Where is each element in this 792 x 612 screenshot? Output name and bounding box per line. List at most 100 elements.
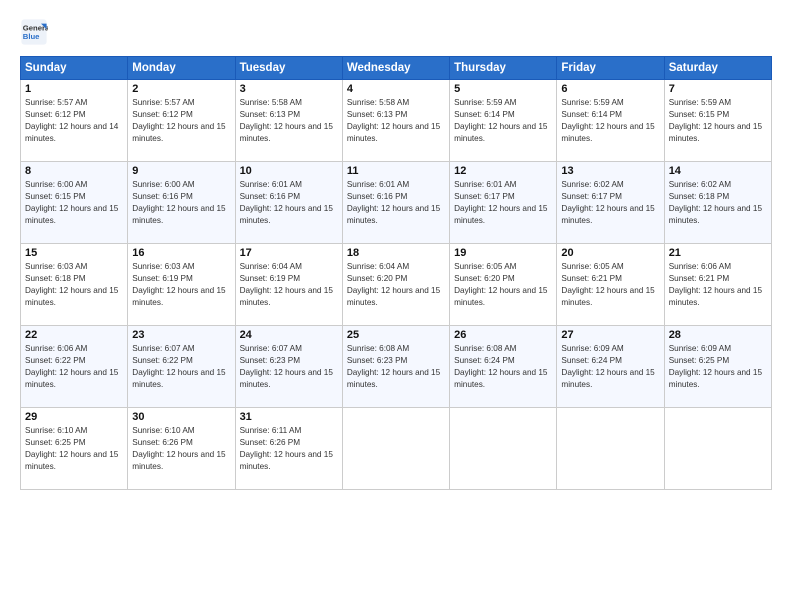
calendar-cell: 3 Sunrise: 5:58 AMSunset: 6:13 PMDayligh…: [235, 80, 342, 162]
day-number: 13: [561, 165, 659, 177]
week-row-5: 29 Sunrise: 6:10 AMSunset: 6:25 PMDaylig…: [21, 408, 772, 490]
calendar-cell: 5 Sunrise: 5:59 AMSunset: 6:14 PMDayligh…: [450, 80, 557, 162]
day-number: 24: [240, 329, 338, 341]
day-number: 26: [454, 329, 552, 341]
calendar-cell: 23 Sunrise: 6:07 AMSunset: 6:22 PMDaylig…: [128, 326, 235, 408]
weekday-thursday: Thursday: [450, 57, 557, 80]
cell-info: Sunrise: 6:01 AMSunset: 6:17 PMDaylight:…: [454, 180, 547, 225]
cell-info: Sunrise: 6:06 AMSunset: 6:22 PMDaylight:…: [25, 344, 118, 389]
calendar-cell: 22 Sunrise: 6:06 AMSunset: 6:22 PMDaylig…: [21, 326, 128, 408]
day-number: 21: [669, 247, 767, 259]
day-number: 6: [561, 83, 659, 95]
calendar-cell: [342, 408, 449, 490]
day-number: 15: [25, 247, 123, 259]
cell-info: Sunrise: 5:57 AMSunset: 6:12 PMDaylight:…: [132, 98, 225, 143]
cell-info: Sunrise: 6:08 AMSunset: 6:24 PMDaylight:…: [454, 344, 547, 389]
week-row-4: 22 Sunrise: 6:06 AMSunset: 6:22 PMDaylig…: [21, 326, 772, 408]
calendar-cell: 12 Sunrise: 6:01 AMSunset: 6:17 PMDaylig…: [450, 162, 557, 244]
calendar-cell: 15 Sunrise: 6:03 AMSunset: 6:18 PMDaylig…: [21, 244, 128, 326]
cell-info: Sunrise: 6:10 AMSunset: 6:26 PMDaylight:…: [132, 426, 225, 471]
calendar-cell: 7 Sunrise: 5:59 AMSunset: 6:15 PMDayligh…: [664, 80, 771, 162]
cell-info: Sunrise: 6:09 AMSunset: 6:24 PMDaylight:…: [561, 344, 654, 389]
cell-info: Sunrise: 6:01 AMSunset: 6:16 PMDaylight:…: [347, 180, 440, 225]
calendar-cell: 9 Sunrise: 6:00 AMSunset: 6:16 PMDayligh…: [128, 162, 235, 244]
cell-info: Sunrise: 6:01 AMSunset: 6:16 PMDaylight:…: [240, 180, 333, 225]
weekday-monday: Monday: [128, 57, 235, 80]
logo: General Blue: [20, 18, 52, 46]
day-number: 27: [561, 329, 659, 341]
week-row-3: 15 Sunrise: 6:03 AMSunset: 6:18 PMDaylig…: [21, 244, 772, 326]
calendar-cell: 27 Sunrise: 6:09 AMSunset: 6:24 PMDaylig…: [557, 326, 664, 408]
calendar-cell: 29 Sunrise: 6:10 AMSunset: 6:25 PMDaylig…: [21, 408, 128, 490]
day-number: 29: [25, 411, 123, 423]
cell-info: Sunrise: 5:58 AMSunset: 6:13 PMDaylight:…: [240, 98, 333, 143]
cell-info: Sunrise: 6:11 AMSunset: 6:26 PMDaylight:…: [240, 426, 333, 471]
day-number: 16: [132, 247, 230, 259]
day-number: 12: [454, 165, 552, 177]
calendar-cell: 2 Sunrise: 5:57 AMSunset: 6:12 PMDayligh…: [128, 80, 235, 162]
day-number: 22: [25, 329, 123, 341]
calendar-cell: 10 Sunrise: 6:01 AMSunset: 6:16 PMDaylig…: [235, 162, 342, 244]
calendar-cell: 20 Sunrise: 6:05 AMSunset: 6:21 PMDaylig…: [557, 244, 664, 326]
cell-info: Sunrise: 5:57 AMSunset: 6:12 PMDaylight:…: [25, 98, 118, 143]
week-row-1: 1 Sunrise: 5:57 AMSunset: 6:12 PMDayligh…: [21, 80, 772, 162]
cell-info: Sunrise: 5:59 AMSunset: 6:14 PMDaylight:…: [561, 98, 654, 143]
weekday-saturday: Saturday: [664, 57, 771, 80]
cell-info: Sunrise: 6:04 AMSunset: 6:20 PMDaylight:…: [347, 262, 440, 307]
cell-info: Sunrise: 6:00 AMSunset: 6:15 PMDaylight:…: [25, 180, 118, 225]
day-number: 8: [25, 165, 123, 177]
day-number: 1: [25, 83, 123, 95]
calendar-cell: [557, 408, 664, 490]
weekday-wednesday: Wednesday: [342, 57, 449, 80]
day-number: 11: [347, 165, 445, 177]
day-number: 7: [669, 83, 767, 95]
calendar-cell: 19 Sunrise: 6:05 AMSunset: 6:20 PMDaylig…: [450, 244, 557, 326]
day-number: 20: [561, 247, 659, 259]
svg-text:Blue: Blue: [23, 32, 40, 41]
cell-info: Sunrise: 5:59 AMSunset: 6:14 PMDaylight:…: [454, 98, 547, 143]
cell-info: Sunrise: 6:05 AMSunset: 6:21 PMDaylight:…: [561, 262, 654, 307]
calendar-cell: 14 Sunrise: 6:02 AMSunset: 6:18 PMDaylig…: [664, 162, 771, 244]
calendar-cell: 31 Sunrise: 6:11 AMSunset: 6:26 PMDaylig…: [235, 408, 342, 490]
calendar-cell: [450, 408, 557, 490]
day-number: 5: [454, 83, 552, 95]
calendar-cell: 26 Sunrise: 6:08 AMSunset: 6:24 PMDaylig…: [450, 326, 557, 408]
week-row-2: 8 Sunrise: 6:00 AMSunset: 6:15 PMDayligh…: [21, 162, 772, 244]
calendar-cell: 24 Sunrise: 6:07 AMSunset: 6:23 PMDaylig…: [235, 326, 342, 408]
day-number: 23: [132, 329, 230, 341]
weekday-header-row: SundayMondayTuesdayWednesdayThursdayFrid…: [21, 57, 772, 80]
calendar-cell: 30 Sunrise: 6:10 AMSunset: 6:26 PMDaylig…: [128, 408, 235, 490]
cell-info: Sunrise: 6:07 AMSunset: 6:23 PMDaylight:…: [240, 344, 333, 389]
logo-icon: General Blue: [20, 18, 48, 46]
calendar-cell: 8 Sunrise: 6:00 AMSunset: 6:15 PMDayligh…: [21, 162, 128, 244]
day-number: 9: [132, 165, 230, 177]
day-number: 4: [347, 83, 445, 95]
cell-info: Sunrise: 6:02 AMSunset: 6:17 PMDaylight:…: [561, 180, 654, 225]
cell-info: Sunrise: 6:00 AMSunset: 6:16 PMDaylight:…: [132, 180, 225, 225]
cell-info: Sunrise: 6:04 AMSunset: 6:19 PMDaylight:…: [240, 262, 333, 307]
calendar-cell: 4 Sunrise: 5:58 AMSunset: 6:13 PMDayligh…: [342, 80, 449, 162]
calendar-cell: 25 Sunrise: 6:08 AMSunset: 6:23 PMDaylig…: [342, 326, 449, 408]
page: General Blue SundayMondayTuesdayWednesda…: [0, 0, 792, 612]
day-number: 31: [240, 411, 338, 423]
header: General Blue: [20, 18, 772, 46]
day-number: 18: [347, 247, 445, 259]
cell-info: Sunrise: 6:10 AMSunset: 6:25 PMDaylight:…: [25, 426, 118, 471]
weekday-tuesday: Tuesday: [235, 57, 342, 80]
calendar-cell: 1 Sunrise: 5:57 AMSunset: 6:12 PMDayligh…: [21, 80, 128, 162]
day-number: 3: [240, 83, 338, 95]
cell-info: Sunrise: 6:06 AMSunset: 6:21 PMDaylight:…: [669, 262, 762, 307]
day-number: 10: [240, 165, 338, 177]
day-number: 25: [347, 329, 445, 341]
calendar-cell: 18 Sunrise: 6:04 AMSunset: 6:20 PMDaylig…: [342, 244, 449, 326]
cell-info: Sunrise: 6:02 AMSunset: 6:18 PMDaylight:…: [669, 180, 762, 225]
cell-info: Sunrise: 6:07 AMSunset: 6:22 PMDaylight:…: [132, 344, 225, 389]
day-number: 17: [240, 247, 338, 259]
weekday-sunday: Sunday: [21, 57, 128, 80]
day-number: 14: [669, 165, 767, 177]
calendar-cell: 17 Sunrise: 6:04 AMSunset: 6:19 PMDaylig…: [235, 244, 342, 326]
calendar-table: SundayMondayTuesdayWednesdayThursdayFrid…: [20, 56, 772, 490]
calendar-cell: 16 Sunrise: 6:03 AMSunset: 6:19 PMDaylig…: [128, 244, 235, 326]
day-number: 30: [132, 411, 230, 423]
day-number: 2: [132, 83, 230, 95]
